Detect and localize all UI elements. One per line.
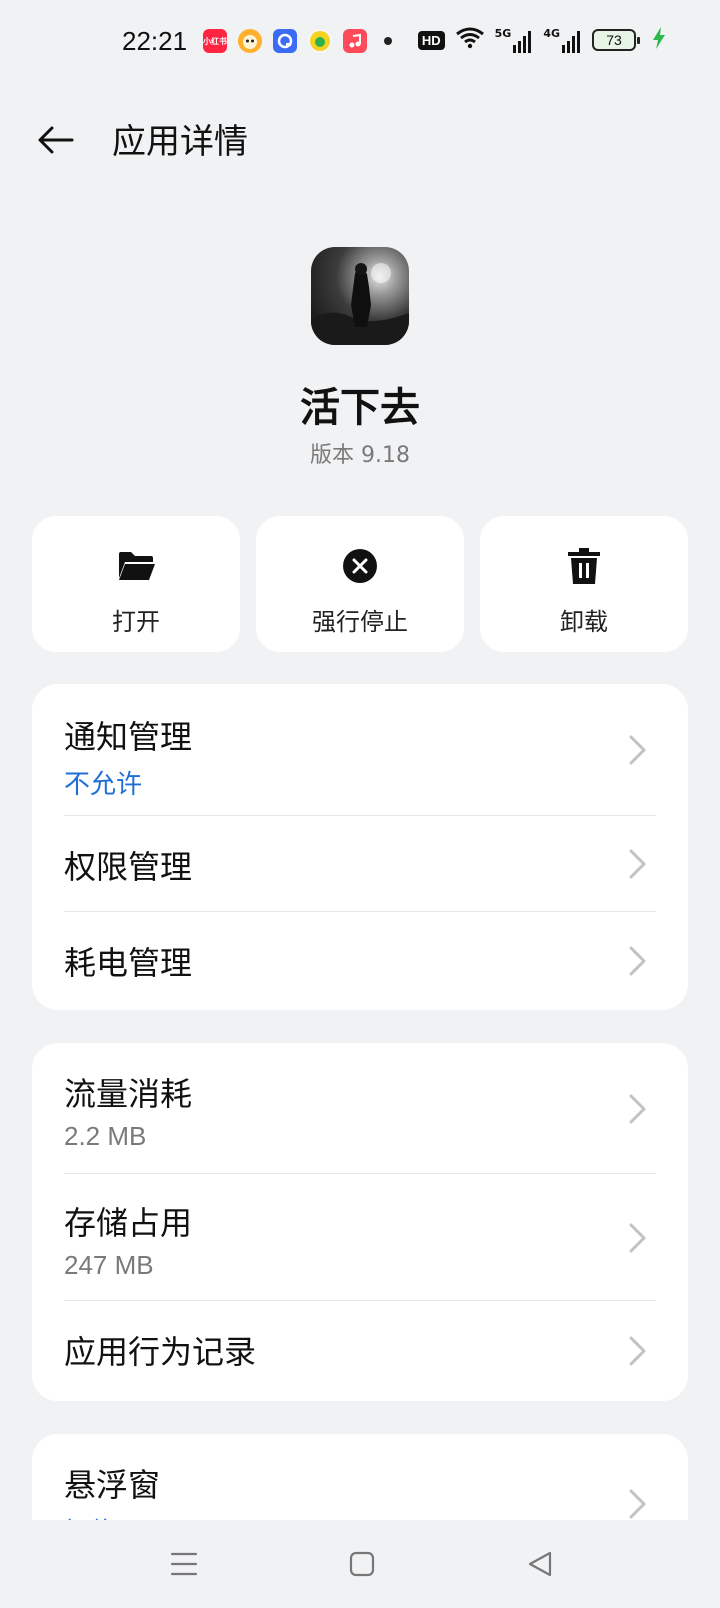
uninstall-label: 卸载 (560, 608, 608, 636)
permission-management-title: 权限管理 (64, 848, 193, 886)
taobao-mascot-icon (238, 29, 262, 53)
battery-level: 73 (606, 32, 622, 48)
menu-lines-icon (170, 1552, 198, 1576)
stop-icon (340, 546, 380, 586)
wifi-icon (455, 26, 485, 54)
power-management-row[interactable]: 耗电管理 (32, 912, 688, 1010)
trash-icon (564, 546, 604, 586)
open-label: 打开 (112, 608, 160, 636)
back-button[interactable] (34, 118, 78, 162)
status-time: 22:21 (122, 26, 188, 56)
chevron-right-icon (629, 1094, 646, 1123)
folder-icon (116, 546, 156, 586)
system-icons: HD 5G 4G 73 (417, 26, 666, 54)
page-title: 应用详情 (112, 122, 248, 162)
data-usage-title: 流量消耗 (64, 1075, 193, 1113)
app-icon (311, 247, 409, 345)
action-buttons: 打开 强行停止 卸载 (32, 516, 688, 652)
chevron-right-icon (629, 849, 646, 879)
data-usage-row[interactable]: 流量消耗 2.2 MB (32, 1043, 688, 1174)
charging-icon (652, 27, 666, 53)
square-icon (349, 1551, 375, 1577)
chevron-right-icon (629, 1223, 646, 1252)
chevron-right-icon (629, 1336, 646, 1366)
xiaohongshu-icon: 小红书 (203, 29, 227, 53)
app-behavior-record-row[interactable]: 应用行为记录 (32, 1301, 688, 1401)
battery-icon: 73 (592, 29, 640, 51)
triangle-back-icon (528, 1551, 552, 1577)
notification-management-row[interactable]: 通知管理 不允许 (32, 684, 688, 816)
power-management-title: 耗电管理 (64, 944, 193, 982)
recent-apps-button[interactable] (162, 1542, 206, 1586)
back-arrow-icon (38, 126, 74, 154)
back-nav-button[interactable] (518, 1542, 562, 1586)
usage-card: 流量消耗 2.2 MB 存储占用 247 MB 应用行为记录 (32, 1043, 688, 1401)
more-notifications-dot (384, 37, 392, 45)
uninstall-button[interactable]: 卸载 (480, 516, 688, 652)
navigation-bar (0, 1520, 720, 1608)
music-icon (343, 29, 367, 53)
home-button[interactable] (340, 1542, 384, 1586)
open-button[interactable]: 打开 (32, 516, 240, 652)
data-usage-value: 2.2 MB (64, 1121, 147, 1151)
app-behavior-record-title: 应用行为记录 (64, 1333, 257, 1371)
floating-window-title: 悬浮窗 (64, 1466, 161, 1504)
management-card: 通知管理 不允许 权限管理 耗电管理 (32, 684, 688, 1010)
hd-voice-icon: HD (417, 30, 445, 50)
storage-value: 247 MB (64, 1250, 154, 1280)
storage-row[interactable]: 存储占用 247 MB (32, 1174, 688, 1301)
qq-browser-icon (273, 29, 297, 53)
chevron-right-icon (629, 1489, 646, 1519)
force-stop-button[interactable]: 强行停止 (256, 516, 464, 652)
notification-management-status: 不允许 (64, 769, 143, 799)
notification-management-title: 通知管理 (64, 718, 193, 756)
permission-management-row[interactable]: 权限管理 (32, 816, 688, 912)
app-details-page: 22:21 小红书 HD 5G 4G 73 应用详情 活下去 版本 9.18 打… (0, 0, 720, 1608)
header: 应用详情 (0, 100, 720, 180)
signal-5g-icon: 5G (495, 28, 534, 53)
app-version: 版本 9.18 (310, 443, 410, 468)
storage-title: 存储占用 (64, 1204, 193, 1242)
chevron-right-icon (629, 735, 646, 765)
chevron-right-icon (629, 946, 646, 976)
qq-music-icon (308, 29, 332, 53)
notification-icons: 小红书 (203, 29, 392, 53)
signal-4g-icon: 4G (543, 28, 582, 53)
app-name: 活下去 (300, 385, 420, 431)
status-bar: 22:21 小红书 HD 5G 4G 73 (0, 0, 720, 84)
force-stop-label: 强行停止 (312, 608, 408, 636)
